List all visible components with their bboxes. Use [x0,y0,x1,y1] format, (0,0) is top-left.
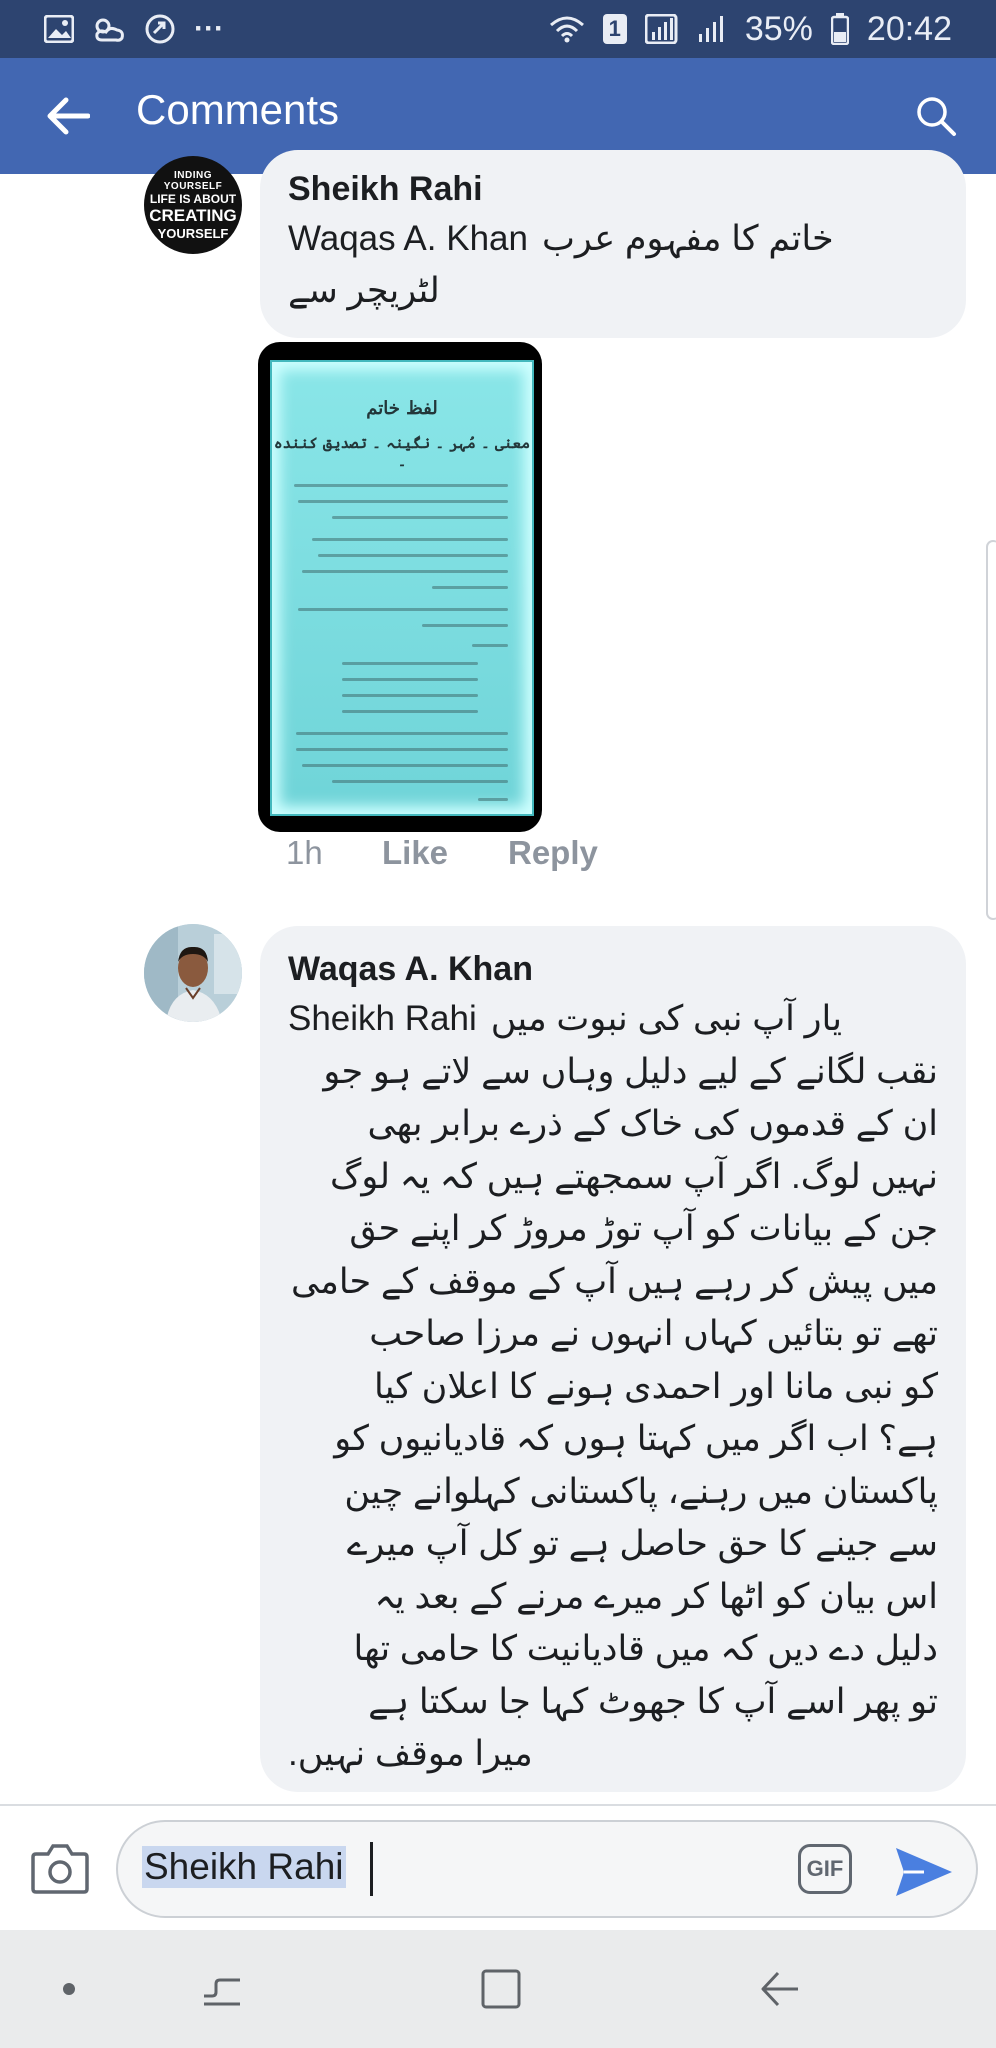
comment-text-line: میں پیش کر رہے ہیں آپ کے موقف کے حامی [290,1261,938,1301]
camera-icon[interactable] [30,1840,90,1896]
system-nav-bar [0,1930,996,2048]
avatar-text-line: CREATING [149,205,237,225]
comment-text-line: نقب لگانے کے لیے دلیل وہاں سے لاتے ہو جو [323,1051,938,1091]
status-bar: ··· 1 35% 20:42 [0,0,996,58]
attachment-subtitle: معنی ۔ مُہر ۔ نگینہ ۔ تصدیق کنندہ ۔ [273,434,531,470]
send-icon[interactable] [894,1846,954,1898]
comment-text-line: دلیل دے دیں کہ میں قادیانیت کا حامی تھا [353,1629,938,1668]
comment-composer: Sheikh Rahi GIF [0,1804,996,1932]
profile-photo [144,924,242,1022]
sync-icon [144,13,176,45]
comment-text-line: میرا موقف نہیں. [288,1734,533,1773]
back-icon[interactable] [760,1970,800,2013]
signal-bars-icon [697,14,727,44]
attachment-title: لفظ خاتم [366,398,438,419]
comment-text-line: لٹریچر سے [288,271,440,310]
comment-author[interactable]: Waqas A. Khan [288,950,938,989]
avatar[interactable] [144,924,242,1022]
comment-time[interactable]: 1h [286,834,382,872]
status-left: ··· [44,12,224,46]
comment-text-line: ہے؟ اب اگر میں کہتا ہوں کہ قادیانیوں کو [334,1419,938,1458]
comment-text-line: ان کے قدموں کی خاک کے ذرے برابر بھی [367,1104,938,1143]
comment-text-segment: خاتم کا مفہوم عرب [541,219,834,258]
comment-bubble[interactable]: Waqas A. Khan Sheikh Rahi یار آپ نبی کی … [260,926,966,1792]
comment-text-line: جن کے بیانات کو آپ توڑ مروڑ کر اپنے حق [349,1209,938,1248]
mention-link[interactable]: Waqas A. Khan [288,213,528,265]
comment-bubble[interactable]: Sheikh Rahi Waqas A. Khan خاتم کا مفہوم … [260,150,966,338]
battery-icon [830,13,849,45]
comment-text-segment: یار آپ نبی کی نبوت میں [490,999,842,1038]
sim-badge: 1 [602,14,627,44]
avatar-text-line: LIFE IS ABOUT [149,191,237,206]
comment-text-line: تھے تو بتائیں کہاں انہوں نے مرزا صاحب [369,1314,938,1353]
text-caret [370,1842,373,1896]
wifi-icon [549,15,585,43]
comment-text-line: Sheikh Rahi یار آپ نبی کی نبوت میں [288,993,938,1046]
signal-icon [644,14,679,44]
page-title: Comments [136,86,340,133]
comment-text-line: پاکستان میں رہنے، پاکستانی کہلوانے چین [344,1471,938,1511]
scroll-handle[interactable] [986,540,996,920]
comment-author[interactable]: Sheikh Rahi [288,170,938,209]
comment-text-line: کو نبی مانا اور احمدی ہونے کا اعلان کیا [374,1366,938,1406]
home-icon[interactable] [480,1968,522,2015]
search-icon[interactable] [914,94,958,138]
comment-text-line: سے جینے کا حق حاصل ہے تو کل آپ میرے [346,1524,938,1563]
avatar-text-line: INDING YOURSELF [163,169,223,192]
avatar[interactable]: INDING YOURSELF LIFE IS ABOUT CREATING Y… [144,156,242,254]
status-right: 1 35% 20:42 [549,10,952,49]
mention-link[interactable]: Sheikh Rahi [288,993,477,1046]
image-attachment[interactable]: لفظ خاتم معنی ۔ مُہر ۔ نگینہ ۔ تصدیق کنن… [258,342,542,832]
comment-text-line: اس بیان کو اٹھا کر میرے مرنے کے بعد یہ [374,1576,938,1616]
comment-input-value[interactable]: Sheikh Rahi [142,1846,346,1888]
avatar-text-line: YOURSELF [157,225,229,241]
gallery-icon [44,15,74,43]
nav-dot-icon[interactable] [62,1982,76,2001]
attachment-image: لفظ خاتم معنی ۔ مُہر ۔ نگینہ ۔ تصدیق کنن… [270,360,534,816]
comment-input[interactable]: Sheikh Rahi GIF [116,1820,978,1918]
like-button[interactable]: Like [382,834,508,872]
comment-text-line: نہیں لوگ. اگر آپ سمجھتے ہیں کہ یہ لوگ [330,1156,938,1196]
gif-button[interactable]: GIF [798,1844,852,1894]
back-arrow-icon[interactable] [46,96,91,136]
reply-button[interactable]: Reply [508,834,598,872]
comment-text-line: تو پھر اسے آپ کا جھوٹ کہا جا سکتا ہے [368,1681,938,1721]
comment-text: Sheikh Rahi یار آپ نبی کی نبوت میں نقب ل… [288,993,938,1781]
comment-text-line: Waqas A. Khan خاتم کا مفہوم عرب [288,213,938,265]
recent-apps-icon[interactable] [202,1970,242,2013]
overflow-dots: ··· [194,12,224,45]
weather-icon [92,14,126,44]
comment-actions: 1h Like Reply [286,834,598,872]
clock: 20:42 [866,9,952,48]
battery-percent: 35% [744,9,813,48]
comment-text: Waqas A. Khan خاتم کا مفہوم عرب لٹریچر س… [288,213,938,317]
